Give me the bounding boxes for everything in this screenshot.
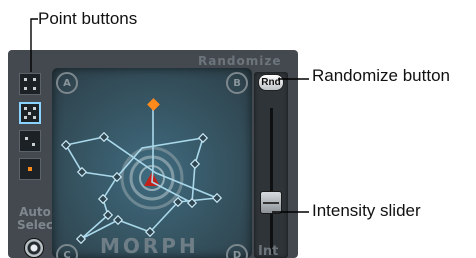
morph-label: MORPH (100, 234, 199, 258)
point-dot (24, 107, 27, 110)
point-dot (33, 78, 36, 81)
callout-point-buttons: Point buttons (38, 9, 138, 28)
int-label: Int (258, 244, 279, 258)
randomize-title: Randomize (198, 54, 282, 68)
point-dot (24, 78, 27, 81)
corner-b: B (226, 72, 248, 94)
callout-randomize-button: Randomize button (312, 66, 450, 85)
point-button-4[interactable] (19, 158, 41, 180)
point-dot (24, 116, 27, 119)
morph-panel: Randomize Auto Select A B C D MORPH Rnd … (8, 50, 298, 258)
intensity-slider-track[interactable] (270, 108, 273, 254)
auto-select-button[interactable] (24, 238, 44, 258)
path-point (76, 166, 88, 178)
auto-select-label: Auto Select (17, 206, 59, 232)
point-dot (28, 112, 31, 115)
path-point (197, 132, 209, 144)
morph-pad[interactable]: A B C D MORPH (52, 68, 252, 258)
path-point (112, 214, 124, 226)
intensity-slider-thumb[interactable] (260, 191, 282, 215)
point-dot (24, 87, 27, 90)
point-dot (33, 87, 36, 90)
corner-a: A (56, 72, 78, 94)
point-dot-orange (28, 167, 32, 171)
randomize-button[interactable]: Rnd (258, 74, 284, 91)
callout-intensity-slider: Intensity slider (312, 201, 421, 220)
morph-path-graph (60, 98, 223, 245)
point-dot (25, 137, 28, 140)
path-start-point (147, 98, 160, 111)
auto-select-line2: Select (17, 218, 59, 232)
path-point (97, 193, 109, 205)
path-point (189, 158, 201, 170)
point-button-2[interactable] (19, 102, 41, 124)
point-dot (33, 116, 36, 119)
point-dot (32, 143, 35, 146)
path-point (60, 139, 72, 151)
path-point (211, 192, 223, 204)
point-button-1[interactable] (19, 73, 41, 95)
point-button-3[interactable] (19, 130, 41, 152)
point-dot (33, 107, 36, 110)
